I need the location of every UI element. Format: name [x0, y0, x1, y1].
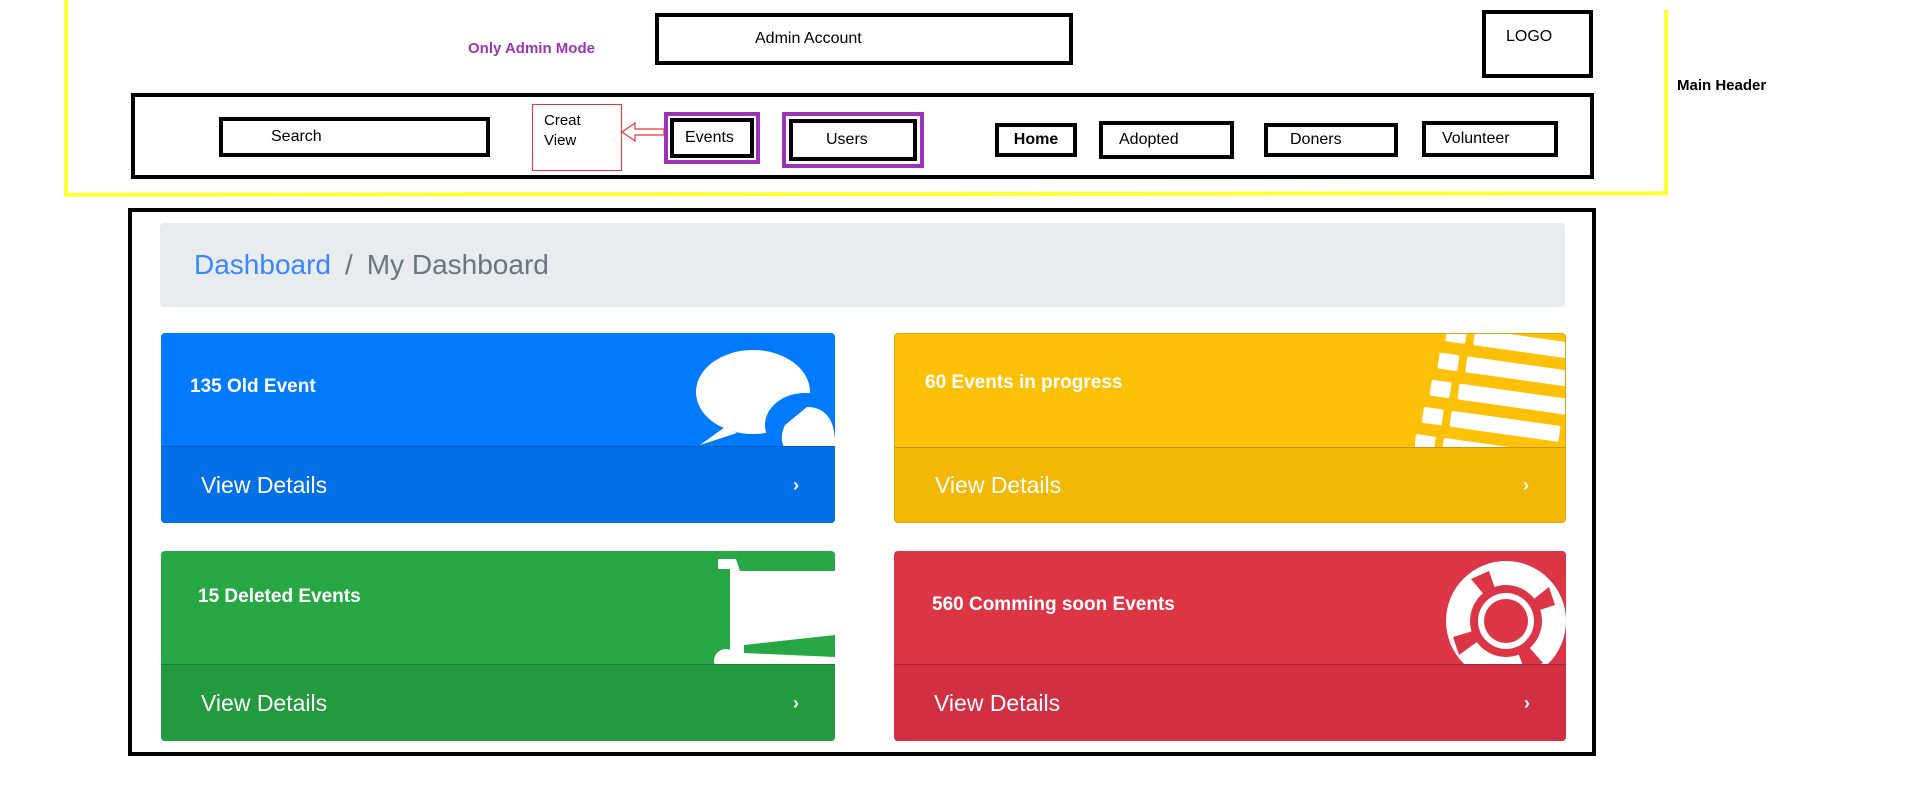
- card-count: 15 Deleted Events: [198, 586, 361, 607]
- nav-users[interactable]: Users: [789, 119, 917, 161]
- card-top: 135 Old Event: [161, 333, 835, 477]
- card-count: 560 Comming soon Events: [932, 594, 1175, 615]
- admin-account-box[interactable]: Admin Account: [655, 13, 1073, 65]
- card-footer-link[interactable]: View Details ›: [161, 446, 835, 523]
- search-label: Search: [271, 128, 322, 145]
- nav-home-label: Home: [1013, 131, 1059, 148]
- breadcrumb-dashboard-link[interactable]: Dashboard: [194, 249, 331, 281]
- nav-volunteer[interactable]: Volunteer: [1422, 121, 1558, 157]
- card-events-in-progress: 60 Events in progress View Details ›: [894, 333, 1566, 523]
- nav-users-label: Users: [826, 131, 868, 148]
- view-details-label: View Details: [935, 471, 1062, 498]
- creat-view-line1: Creat: [544, 112, 581, 129]
- logo: LOGO: [1482, 10, 1593, 78]
- creat-view-line2: View: [544, 132, 577, 149]
- chevron-right-icon: ›: [1524, 692, 1530, 713]
- nav-doners[interactable]: Doners: [1264, 123, 1398, 157]
- nav-events[interactable]: Events: [670, 118, 754, 158]
- nav-doners-label: Doners: [1290, 131, 1342, 148]
- main-header-outline-left: [63, 191, 1669, 197]
- logo-label: LOGO: [1506, 28, 1553, 45]
- view-details-label: View Details: [934, 689, 1061, 716]
- card-top: 60 Events in progress: [895, 334, 1565, 469]
- breadcrumb-separator: /: [344, 249, 353, 280]
- creat-view-note: Creat View: [532, 104, 622, 171]
- card-top: 15 Deleted Events: [161, 551, 835, 689]
- breadcrumb: Dashboard / My Dashboard: [160, 223, 1565, 307]
- card-deleted-events: 15 Deleted Events View Details ›: [161, 551, 835, 741]
- breadcrumb-current: My Dashboard: [366, 249, 549, 280]
- nav-events-label: Events: [685, 129, 734, 146]
- card-count: 60 Events in progress: [925, 372, 1123, 393]
- arrow-left-icon: [621, 121, 665, 143]
- card-footer-link[interactable]: View Details ›: [895, 447, 1565, 522]
- nav-adopted[interactable]: Adopted: [1099, 121, 1234, 159]
- chevron-right-icon: ›: [793, 474, 799, 495]
- chevron-right-icon: ›: [1523, 474, 1529, 495]
- card-coming-soon-events: 560 Comming soon Events View Details ›: [894, 551, 1566, 741]
- card-footer-link[interactable]: View Details ›: [894, 664, 1566, 741]
- main-header-outline-top: [64, 0, 68, 196]
- card-old-events: 135 Old Event View Details ›: [161, 333, 835, 523]
- view-details-label: View Details: [201, 471, 328, 498]
- main-header-note: Main Header: [1677, 77, 1767, 94]
- view-details-label: View Details: [201, 689, 328, 716]
- nav-adopted-label: Adopted: [1119, 131, 1179, 148]
- card-top: 560 Comming soon Events: [894, 551, 1566, 681]
- chevron-right-icon: ›: [793, 692, 799, 713]
- nav-volunteer-label: Volunteer: [1442, 130, 1510, 147]
- card-footer-link[interactable]: View Details ›: [161, 664, 835, 741]
- search-input[interactable]: Search: [219, 117, 490, 157]
- admin-account-label: Admin Account: [755, 30, 862, 47]
- admin-mode-note: Only Admin Mode: [468, 40, 595, 57]
- main-header-outline-right: [1664, 10, 1668, 194]
- nav-home[interactable]: Home: [995, 123, 1077, 157]
- card-count: 135 Old Event: [190, 376, 316, 397]
